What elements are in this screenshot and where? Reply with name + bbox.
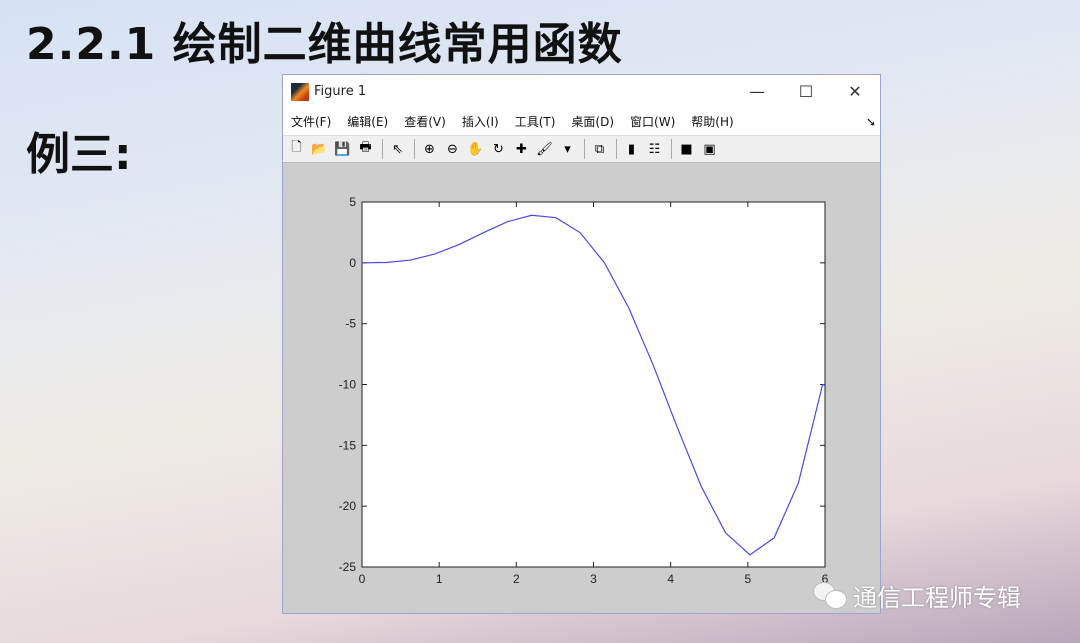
brush-icon[interactable]: 🖌 [534, 139, 555, 159]
menu-view[interactable]: 查看(V) [404, 113, 446, 130]
save-icon[interactable]: 💾 [332, 139, 353, 159]
y-tick-label: -20 [339, 499, 357, 513]
toolbar-separator [414, 139, 415, 159]
y-tick-label: 5 [349, 195, 356, 209]
data-cursor-icon[interactable]: ✚ [511, 139, 532, 159]
line-chart: 0 1 2 3 4 5 650-5-10-15-20-25 [339, 195, 829, 586]
brush-dropdown-icon[interactable]: ▾ [557, 139, 578, 159]
menu-help[interactable]: 帮助(H) [691, 113, 733, 130]
toolbar-separator [584, 139, 585, 159]
toolbar: 🗋 📂 💾 🖶 ⇖ ⊕ ⊖ ✋ ↻ ✚ 🖌 ▾ ⧉ ▮ ☷ ■ ▣ [283, 135, 880, 163]
rotate-3d-icon[interactable]: ↻ [488, 139, 509, 159]
menu-window[interactable]: 窗口(W) [630, 113, 675, 130]
hide-plot-tools-icon[interactable]: ■ [676, 139, 697, 159]
axes-box [361, 201, 826, 568]
y-tick-label: 0 [349, 256, 356, 270]
menu-bar: 文件(F) 编辑(E) 查看(V) 插入(I) 工具(T) 桌面(D) 窗口(W… [283, 108, 880, 135]
x-tick-label: 0 [359, 572, 366, 586]
y-tick-label: -25 [339, 560, 357, 574]
toolbar-separator [382, 139, 383, 159]
close-button[interactable]: ✕ [831, 75, 879, 108]
wechat-icon [813, 581, 847, 610]
matlab-logo-icon [291, 82, 309, 101]
y-tick-label: -5 [345, 317, 356, 331]
show-plot-tools-icon[interactable]: ▣ [699, 139, 720, 159]
watermark: 通信工程师专辑 [813, 578, 1021, 613]
slide-title: 2.2.1 绘制二维曲线常用函数 [26, 19, 623, 70]
window-title: Figure 1 [314, 84, 367, 99]
y-tick-label: -15 [339, 438, 357, 452]
maximize-button[interactable]: ☐ [782, 75, 830, 108]
y-tick-label: -10 [339, 378, 357, 392]
figure-window: Figure 1 — ☐ ✕ 文件(F) 编辑(E) 查看(V) 插入(I) 工… [282, 74, 881, 614]
new-figure-icon[interactable]: 🗋 [286, 139, 307, 159]
zoom-out-icon[interactable]: ⊖ [442, 139, 463, 159]
legend-icon[interactable]: ☷ [644, 139, 665, 159]
menu-insert[interactable]: 插入(I) [462, 113, 499, 130]
menu-edit[interactable]: 编辑(E) [347, 113, 388, 130]
toolbar-separator [616, 139, 617, 159]
plot-area: 0 1 2 3 4 5 6 5 0 -5 -10 -15 -20 -25 [283, 165, 880, 613]
open-file-icon[interactable]: 📂 [309, 139, 330, 159]
x-tick-label: 4 [667, 572, 674, 586]
select-arrow-icon[interactable]: ⇖ [387, 139, 408, 159]
menu-tools[interactable]: 工具(T) [515, 113, 556, 130]
watermark-text: 通信工程师专辑 [853, 584, 1021, 612]
toolbar-separator [671, 139, 672, 159]
x-tick-label: 1 [436, 572, 443, 586]
print-icon[interactable]: 🖶 [355, 139, 376, 159]
link-plot-icon[interactable]: ⧉ [589, 139, 610, 159]
title-bar: Figure 1 — ☐ ✕ [283, 75, 880, 108]
dock-arrow-icon[interactable]: ➘ [866, 115, 876, 129]
zoom-in-icon[interactable]: ⊕ [419, 139, 440, 159]
example-label: 例三: [26, 129, 132, 180]
minimize-button[interactable]: — [733, 75, 781, 108]
x-tick-label: 5 [744, 572, 751, 586]
x-tick-label: 2 [513, 572, 520, 586]
pan-hand-icon[interactable]: ✋ [465, 139, 486, 159]
x-tick-label: 3 [590, 572, 597, 586]
menu-file[interactable]: 文件(F) [291, 113, 331, 130]
menu-desktop[interactable]: 桌面(D) [571, 113, 614, 130]
colorbar-icon[interactable]: ▮ [621, 139, 642, 159]
